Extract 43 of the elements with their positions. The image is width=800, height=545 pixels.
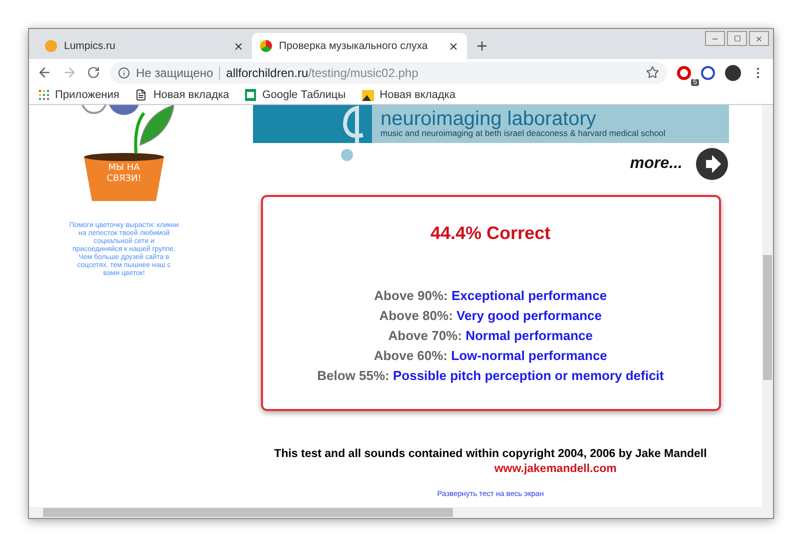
restore-button[interactable] <box>727 31 747 46</box>
bookmark-item[interactable]: Приложения <box>39 89 120 101</box>
banner-subtitle: music and neuroimaging at beth israel deaconess & harvard medical school <box>380 128 666 138</box>
spreadsheet-icon <box>245 89 256 101</box>
extension-icon[interactable] <box>677 66 691 80</box>
performance-level: Below 55%: Possible pitch perception or memory deficit <box>317 367 664 385</box>
website-link[interactable]: www.jakemandell.com <box>494 463 617 475</box>
performance-level: Above 80%: Very good performance <box>379 307 602 325</box>
close-icon <box>755 34 763 42</box>
score-text: 44.4% Correct <box>430 223 551 244</box>
address-field[interactable]: Не защищено allforchildren.ru/testing/music02.php <box>110 62 667 84</box>
performance-level: Above 90%: Exceptional performance <box>374 287 607 305</box>
horizontal-scrollbar[interactable] <box>29 507 773 518</box>
browser-tab[interactable]: Lumpics.ru <box>37 33 252 59</box>
performance-level: Above 60%: Low-normal performance <box>374 347 608 365</box>
performance-level: Above 70%: Normal performance <box>388 327 593 345</box>
reload-icon[interactable] <box>87 66 100 79</box>
restore-icon <box>734 35 740 42</box>
bookmark-star-icon[interactable] <box>646 66 659 79</box>
vertical-scrollbar[interactable] <box>762 105 773 507</box>
url-text: allforchildren.ru/testing/music02.php <box>226 66 418 80</box>
banner-title: neuroimaging laboratory <box>380 110 596 128</box>
security-label: Не защищено <box>136 66 220 80</box>
close-icon[interactable] <box>233 40 244 52</box>
new-tab-icon[interactable] <box>475 39 489 53</box>
info-icon <box>118 66 130 78</box>
avatar[interactable] <box>725 64 741 80</box>
bookmark-item[interactable]: Google Таблицы <box>245 89 346 101</box>
close-icon[interactable] <box>448 40 459 52</box>
favicon-icon <box>260 40 272 52</box>
more-link[interactable]: more... <box>630 155 682 173</box>
browser-tab[interactable]: Проверка музыкального слуха <box>252 33 467 59</box>
favicon-icon <box>45 40 57 52</box>
lab-banner[interactable]: neuroimaging laboratory music and neuroimaging at beth israel deaconess & harvard medical school <box>252 105 728 143</box>
image-icon <box>362 90 374 100</box>
page-icon <box>135 89 148 101</box>
back-icon[interactable] <box>37 65 52 80</box>
apps-grid-icon <box>39 90 49 100</box>
bookmark-item[interactable]: Новая вкладка <box>362 89 456 101</box>
arrow-circle-icon[interactable] <box>694 147 728 181</box>
copyright-text: This test and all sounds contained within copyright 2004, 2006 by Jake Mandell <box>274 448 707 460</box>
bookmark-item[interactable]: Новая вкладка <box>135 89 230 101</box>
pot-label: МЫ НА СВЯЗИ! <box>106 163 142 185</box>
